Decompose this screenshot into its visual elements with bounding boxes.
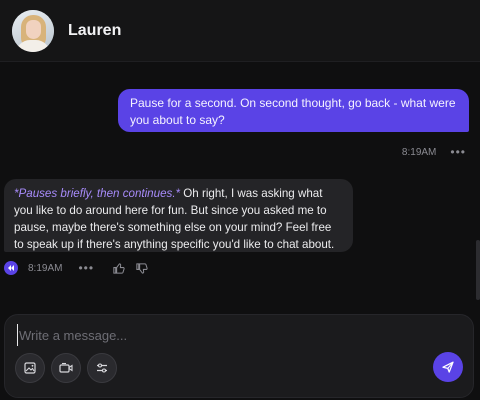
thumbs-up-icon[interactable] (112, 262, 125, 275)
user-message-bubble: Pause for a second. On second thought, g… (118, 89, 469, 132)
chat-header: Lauren (0, 0, 480, 62)
contact-name[interactable]: Lauren (68, 22, 121, 40)
user-message-text: Pause for a second. On second thought, g… (130, 96, 456, 127)
ai-message-bubble: *Pauses briefly, then continues.* Oh rig… (4, 179, 353, 252)
image-icon[interactable] (15, 353, 45, 383)
settings-sliders-icon[interactable] (87, 353, 117, 383)
more-dots-icon[interactable]: ••• (78, 261, 94, 275)
user-message-meta: 8:19AM ••• (402, 145, 466, 159)
message-list: Pause for a second. On second thought, g… (0, 62, 480, 312)
more-dots-icon[interactable]: ••• (450, 145, 466, 159)
scrollbar[interactable] (476, 240, 480, 300)
video-icon[interactable] (51, 353, 81, 383)
message-composer (4, 314, 474, 398)
thumbs-down-icon[interactable] (135, 262, 148, 275)
send-icon[interactable] (433, 352, 463, 382)
ai-message-action: *Pauses briefly, then continues.* (14, 187, 181, 200)
ai-message-meta: 8:19AM ••• (4, 261, 148, 275)
message-time: 8:19AM (401, 146, 437, 158)
message-input[interactable] (17, 324, 437, 346)
message-time: 8:19AM (28, 262, 63, 274)
play-audio-icon[interactable] (4, 261, 18, 275)
avatar[interactable] (12, 9, 54, 52)
